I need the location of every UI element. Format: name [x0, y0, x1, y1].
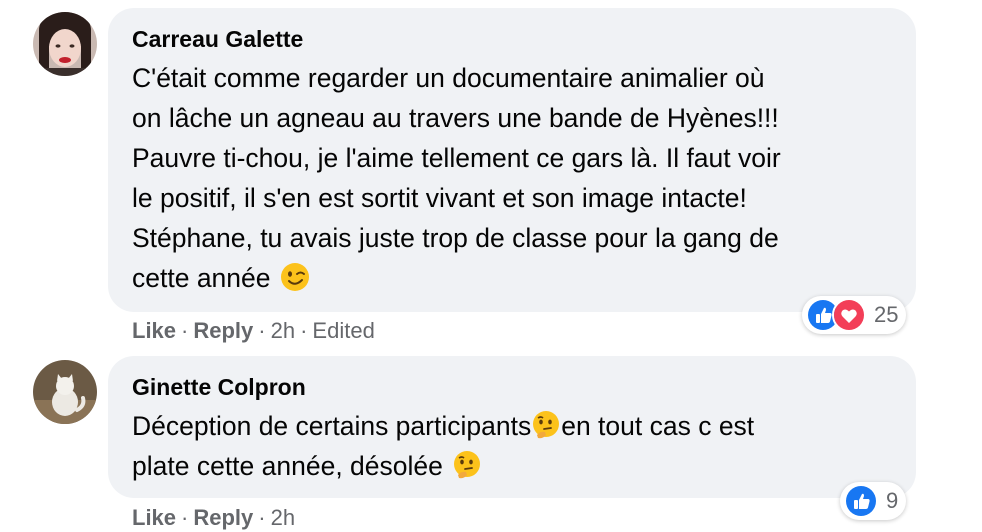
- like-button[interactable]: Like: [132, 318, 176, 343]
- timestamp[interactable]: 2h: [271, 318, 295, 343]
- thinking-face-icon: [531, 410, 561, 440]
- reaction-count: 9: [886, 488, 899, 513]
- comment-text-line: Stéphane, tu avais juste trop de classe …: [132, 223, 779, 253]
- comment-author[interactable]: Ginette Colpron: [132, 374, 306, 401]
- comment-actions: Like · Reply · 2h: [132, 505, 296, 530]
- timestamp[interactable]: 2h: [271, 505, 295, 530]
- comment-author[interactable]: Carreau Galette: [132, 26, 303, 53]
- love-reaction-icon: [832, 298, 866, 332]
- comment-text: C'était comme regarder un documentaire a…: [132, 58, 781, 298]
- comment-text-line: cette année: [132, 263, 271, 293]
- like-reaction-icon: [844, 484, 878, 518]
- comment-text: Déception de certains participants en to…: [132, 406, 754, 486]
- avatar[interactable]: [33, 360, 97, 424]
- thinking-face-icon: [452, 450, 482, 480]
- comment-text-line: Pauvre ti-chou, je l'aime tellement ce g…: [132, 143, 781, 173]
- reaction-count: 25: [874, 302, 899, 327]
- like-button[interactable]: Like: [132, 505, 176, 530]
- winking-face-icon: [280, 262, 310, 292]
- avatar[interactable]: [33, 12, 97, 76]
- comment-actions: Like · Reply · 2h · Edited: [132, 318, 375, 343]
- comment-text-line: plate cette année, désolée: [132, 451, 443, 481]
- comment-text-line: en tout cas c est: [561, 411, 755, 441]
- comment-text-line: C'était comme regarder un documentaire a…: [132, 63, 765, 93]
- comment-text-line: on lâche un agneau au travers une bande …: [132, 103, 779, 133]
- comment-text-line: le positif, il s'en est sortit vivant et…: [132, 183, 747, 213]
- reply-button[interactable]: Reply: [193, 505, 253, 530]
- reaction-summary[interactable]: 9: [840, 482, 907, 520]
- reaction-summary[interactable]: 25: [802, 296, 907, 334]
- edited-label[interactable]: Edited: [312, 318, 374, 343]
- comment-text-line: Déception de certains participants: [132, 411, 532, 441]
- reply-button[interactable]: Reply: [193, 318, 253, 343]
